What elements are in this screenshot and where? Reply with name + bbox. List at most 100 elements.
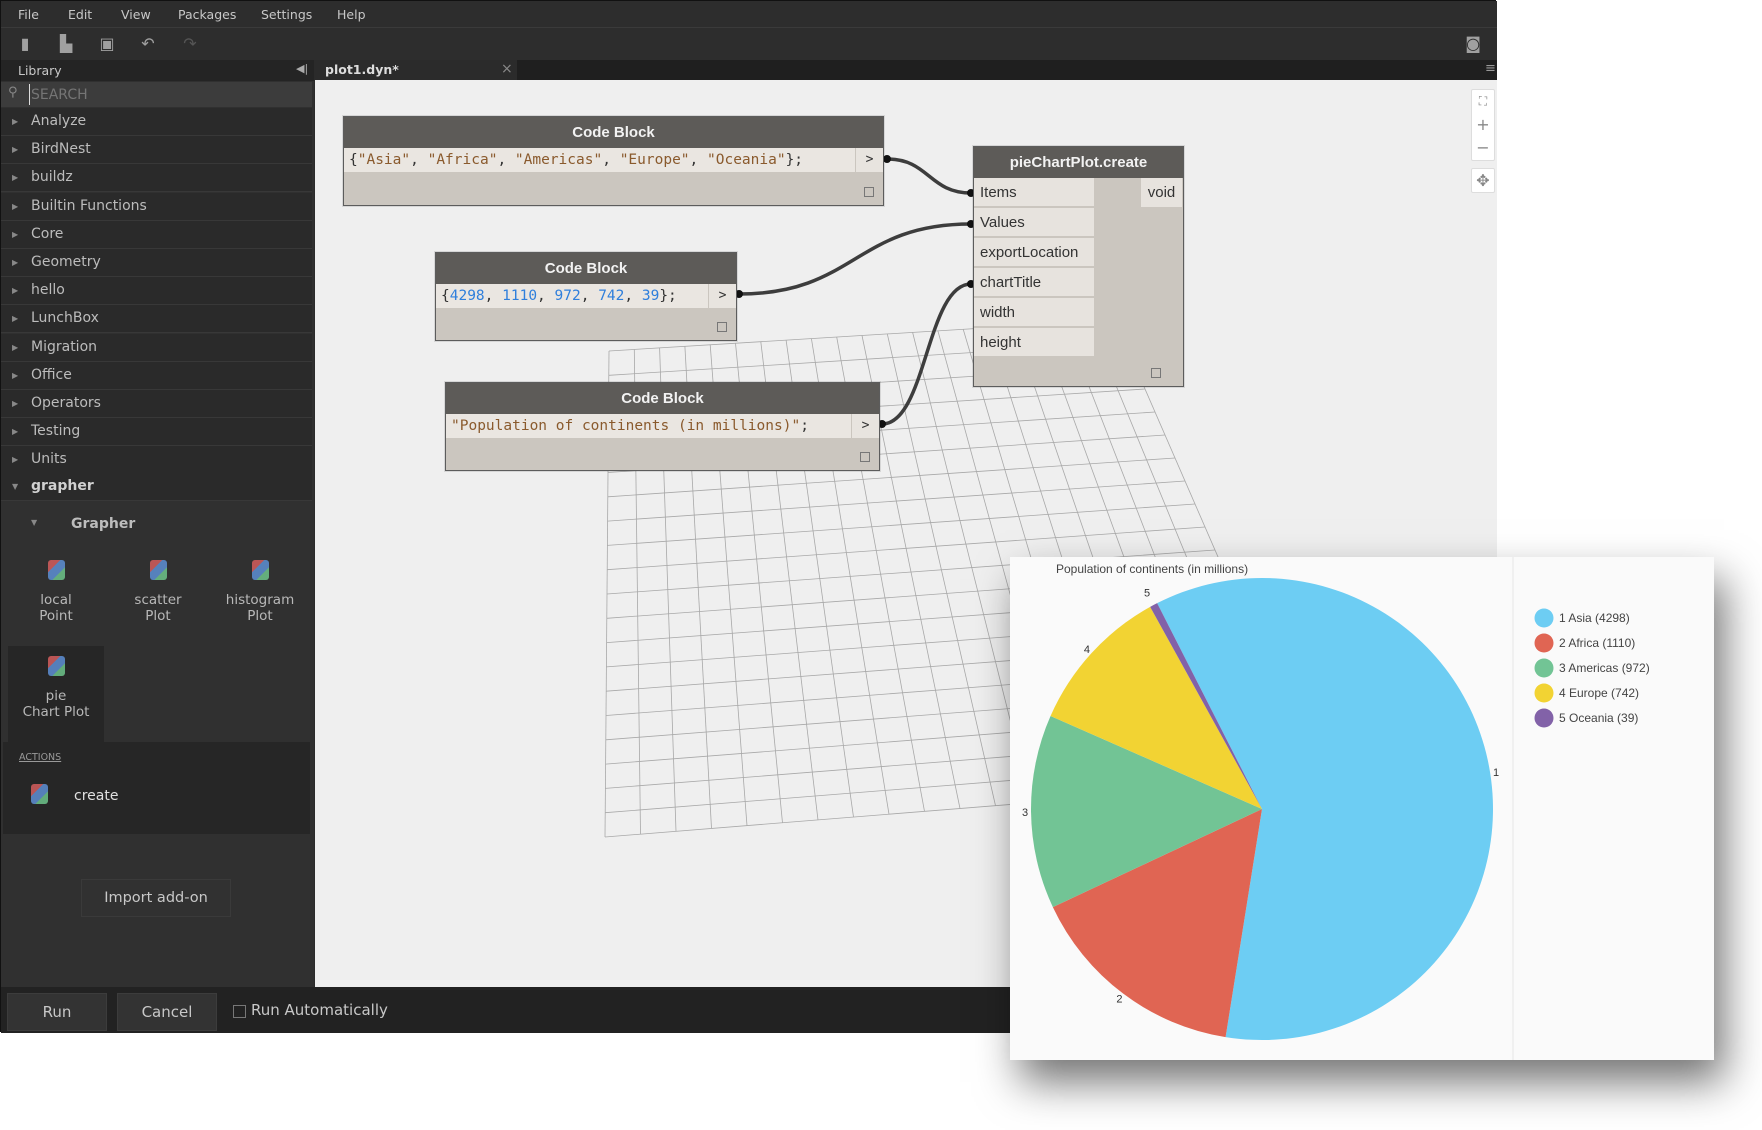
preview-toggle-icon[interactable] (717, 322, 727, 332)
output-port[interactable]: > (708, 284, 736, 308)
action-create[interactable]: create (74, 788, 118, 804)
save-icon[interactable]: ▣ (98, 35, 116, 53)
input-port-height[interactable]: height (974, 328, 1094, 357)
library-category[interactable]: ▶ Core (1, 220, 312, 249)
menu-edit[interactable]: Edit (68, 7, 92, 22)
camera-icon[interactable]: ◙ (1464, 35, 1482, 53)
input-port-items[interactable]: Items (974, 178, 1094, 207)
input-port-charttitle[interactable]: chartTitle (974, 268, 1094, 297)
close-tab-icon[interactable]: × (501, 61, 513, 77)
collapse-library-icon[interactable]: ◀| (296, 62, 308, 75)
output-port[interactable]: > (855, 148, 883, 172)
library-category[interactable]: ▶ Analyze (1, 108, 312, 136)
library-category-label: Geometry (31, 254, 101, 270)
library-category-grapher[interactable]: ▼ grapher (1, 473, 312, 501)
open-folder-icon[interactable]: ▙ (57, 35, 75, 53)
library-category-label: LunchBox (31, 310, 99, 327)
input-port-width[interactable]: width (974, 298, 1094, 327)
preview-toggle-icon[interactable] (864, 187, 874, 197)
grapher-node-icon (149, 560, 167, 580)
preview-toggle-icon[interactable] (1151, 368, 1161, 378)
menu-packages[interactable]: Packages (178, 7, 236, 22)
collapsed-icon: ▶ (12, 314, 19, 324)
zoom-in-icon[interactable]: + (1472, 113, 1494, 136)
code-block-node-values[interactable]: Code Block {4298, 1110, 972, 742, 39}; > (435, 252, 737, 341)
library-category[interactable]: ▶ buildz (1, 164, 312, 193)
library-category[interactable]: ▶ Geometry (1, 249, 312, 277)
redo-icon[interactable]: ↷ (181, 35, 199, 53)
library-category[interactable]: ▶ LunchBox (1, 305, 312, 334)
tile-scatter-plot[interactable]: scatter Plot (110, 550, 206, 646)
pie-chart-plot-create-node[interactable]: pieChartPlot.create Items Values exportLoc… (973, 146, 1184, 387)
library-category[interactable]: ▶ BirdNest (1, 136, 312, 165)
code-block-node-names[interactable]: Code Block {"Asia", "Africa", "Americas"… (343, 116, 884, 206)
menu-settings[interactable]: Settings (261, 7, 312, 22)
grapher-node-icon (251, 560, 269, 580)
import-addon-button[interactable]: Import add-on (81, 879, 231, 917)
code-text[interactable]: {"Asia", "Africa", "Americas", "Europe",… (344, 148, 883, 172)
library-category[interactable]: ▶ Units (1, 446, 312, 475)
connector-wire[interactable] (886, 157, 972, 195)
pie-chart-window: Population of continents (in millions) 1… (1010, 557, 1714, 1060)
library-category[interactable]: ▶ Operators (1, 390, 312, 418)
pan-icon[interactable]: ✥ (1471, 168, 1495, 193)
search-box[interactable]: ⚲ (1, 82, 312, 107)
slice-label: 5 (1144, 588, 1150, 600)
pie-chart: Population of continents (in millions) 1… (1022, 557, 1650, 1060)
search-input[interactable] (29, 84, 299, 105)
undo-icon[interactable]: ↶ (139, 35, 157, 53)
menu-icon[interactable]: ≡ (1485, 61, 1496, 76)
library-category-label: Migration (31, 338, 98, 355)
new-file-icon[interactable]: ▮ (16, 35, 34, 53)
code-text[interactable]: {4298, 1110, 972, 742, 39}; > (436, 284, 736, 308)
preview-toggle-icon[interactable] (860, 452, 870, 462)
menu-view[interactable]: View (121, 7, 151, 22)
subcategory-grapher[interactable]: Grapher (71, 516, 135, 532)
node-title: Code Block (436, 253, 736, 284)
library-category[interactable]: ▶ Office (1, 361, 312, 390)
run-automatically-label: Run Automatically (251, 1001, 388, 1019)
collapsed-icon: ▶ (12, 117, 19, 126)
tile-local-point[interactable]: local Point (8, 550, 104, 646)
menu-bar: File Edit View Packages Settings Help (1, 1, 1497, 28)
cancel-button[interactable]: Cancel (117, 993, 217, 1031)
port-dot (883, 155, 891, 163)
tab-plot1[interactable]: plot1.dyn* × (315, 60, 517, 80)
collapsed-icon: ▶ (12, 455, 19, 465)
tile-pie-chart-plot[interactable]: pie Chart Plot (8, 646, 104, 742)
expanded-icon: ▼ (12, 482, 19, 491)
code-block-node-title[interactable]: Code Block "Population of continents (in… (445, 382, 880, 471)
library-category-label: hello (31, 282, 65, 299)
library-category-label: BirdNest (31, 141, 91, 158)
run-button[interactable]: Run (7, 993, 107, 1031)
output-port-void[interactable]: void (1141, 178, 1182, 207)
legend-swatch (1534, 633, 1554, 653)
collapsed-icon: ▶ (12, 399, 19, 408)
library-category[interactable]: ▶ Builtin Functions (1, 192, 312, 221)
library-category[interactable]: ▶ Testing (1, 418, 312, 447)
zoom-fit-icon[interactable]: ⛶ (1472, 90, 1494, 113)
input-port-exportlocation[interactable]: exportLocation (974, 238, 1094, 267)
legend-item: 1 Asia (4298) (1559, 611, 1630, 625)
run-automatically-checkbox[interactable] (233, 1005, 246, 1018)
connector-wire[interactable] (738, 222, 972, 296)
menu-help[interactable]: Help (337, 7, 366, 22)
legend-item: 3 Americas (972) (1559, 661, 1650, 675)
menu-file[interactable]: File (18, 7, 39, 22)
input-port-values[interactable]: Values (974, 208, 1094, 237)
tile-histogram-plot[interactable]: histogram Plot (212, 550, 308, 646)
tab-bar: plot1.dyn* × ≡ (315, 60, 1497, 80)
output-port[interactable]: > (851, 414, 879, 438)
code-text[interactable]: "Population of continents (in millions)"… (446, 414, 879, 438)
slice-label: 3 (1022, 807, 1028, 819)
node-title: pieChartPlot.create (974, 147, 1183, 178)
toolbar: ▮ ▙ ▣ ↶ ↷ ◙ (1, 28, 1497, 60)
zoom-out-icon[interactable]: − (1472, 136, 1494, 159)
library-category[interactable]: ▶ hello (1, 277, 312, 306)
library-category-label: Units (31, 451, 67, 468)
actions-section: ACTIONS create (3, 742, 310, 834)
collapsed-icon: ▶ (12, 229, 19, 239)
library-category[interactable]: ▶ Migration (1, 333, 312, 362)
legend-swatch (1534, 683, 1554, 703)
collapsed-icon: ▶ (12, 342, 19, 352)
